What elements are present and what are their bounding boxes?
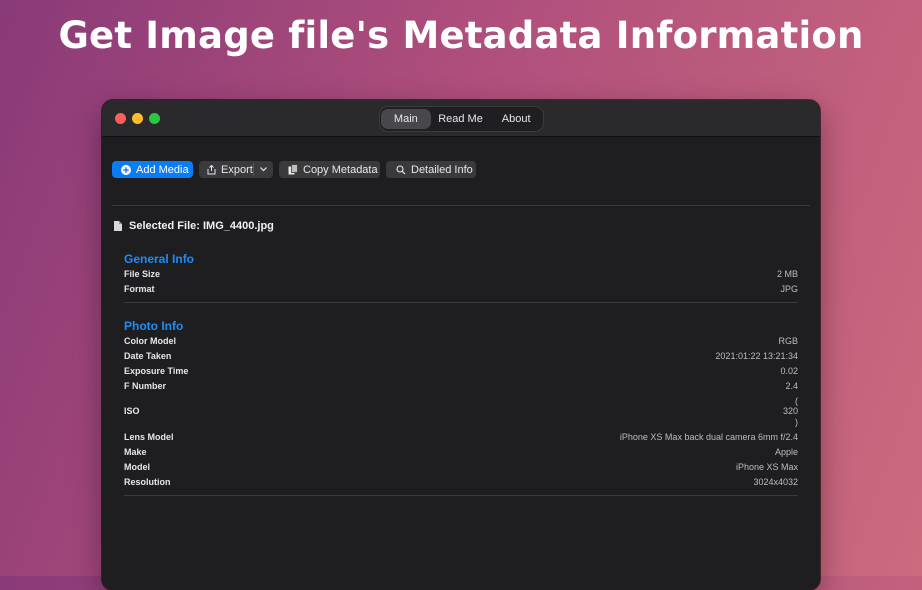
info-key: Exposure Time — [124, 366, 189, 376]
copy-document-icon — [288, 164, 298, 175]
info-value: 2.4 — [785, 381, 798, 391]
info-value: JPG — [780, 284, 798, 294]
photo-info-title: Photo Info — [124, 319, 184, 333]
plus-circle-icon — [121, 164, 131, 175]
info-key: F Number — [124, 381, 167, 391]
info-value: Apple — [774, 447, 798, 457]
iso-close-paren: ) — [795, 417, 798, 427]
tab-read-me[interactable]: Read Me — [433, 109, 489, 129]
detailed-info-label: Detailed Info — [411, 163, 473, 176]
info-value: 2 MB — [776, 269, 798, 279]
info-value: 3024x4032 — [753, 477, 798, 487]
info-value: iPhone XS Max — [735, 462, 798, 472]
info-key: Color Model — [124, 336, 176, 346]
tab-about[interactable]: About — [490, 109, 542, 129]
info-row-resolution: Resolution 3024x4032 — [124, 475, 798, 490]
export-label: Export — [221, 163, 253, 176]
info-key: File Size — [124, 269, 161, 279]
document-icon — [114, 221, 122, 231]
info-key: ISO — [124, 406, 140, 416]
add-media-label: Add Media — [136, 163, 189, 176]
info-key: Date Taken — [124, 351, 172, 361]
info-key: Make — [124, 447, 147, 457]
info-key: Format — [124, 284, 155, 294]
info-row-model: Model iPhone XS Max — [124, 460, 798, 475]
tab-bar: Main Read Me About — [379, 106, 544, 132]
tab-main[interactable]: Main — [381, 109, 431, 129]
section-divider — [124, 495, 798, 496]
info-value: RGB — [778, 336, 798, 346]
export-button[interactable]: Export — [199, 161, 273, 178]
selected-file-label: Selected File: IMG_4400.jpg — [129, 220, 274, 232]
share-icon — [207, 164, 216, 175]
copy-metadata-button[interactable]: Copy Metadata — [279, 161, 380, 178]
app-window: Main Read Me About Add Media Export Copy… — [102, 100, 820, 590]
selected-file: Selected File: IMG_4400.jpg — [114, 220, 274, 232]
close-window-button[interactable] — [115, 113, 126, 124]
info-row-exposure-time: Exposure Time 0.02 — [124, 364, 798, 379]
headline: Get Image file's Metadata Information — [58, 14, 864, 57]
zoom-window-button[interactable] — [149, 113, 160, 124]
minimize-window-button[interactable] — [132, 113, 143, 124]
info-value: 2021:01:22 13:21:34 — [715, 351, 798, 361]
info-value: iPhone XS Max back dual camera 6mm f/2.4 — [619, 432, 798, 442]
info-row-color-model: Color Model RGB — [124, 334, 798, 349]
info-value: 0.02 — [780, 366, 798, 376]
chevron-down-icon[interactable] — [259, 164, 268, 177]
copy-metadata-label: Copy Metadata — [303, 163, 378, 176]
title-bar: Main Read Me About — [102, 100, 820, 137]
section-divider — [124, 302, 798, 303]
info-key: Model — [124, 462, 150, 472]
add-media-button[interactable]: Add Media — [112, 161, 193, 178]
export-divider — [253, 163, 254, 176]
info-row-file-size: File Size 2 MB — [124, 267, 798, 282]
info-row-lens-model: Lens Model iPhone XS Max back dual camer… — [124, 430, 798, 445]
magnifier-icon — [396, 164, 406, 175]
general-info-title: General Info — [124, 252, 195, 266]
info-value: 320 — [782, 406, 798, 416]
info-row-date-taken: Date Taken 2021:01:22 13:21:34 — [124, 349, 798, 364]
toolbar-divider — [112, 205, 810, 206]
info-row-format: Format JPG — [124, 282, 798, 297]
info-row-iso: ISO 320 — [124, 404, 798, 419]
info-key: Resolution — [124, 477, 171, 487]
info-key: Lens Model — [124, 432, 174, 442]
info-row-f-number: F Number 2.4 — [124, 379, 798, 394]
info-row-make: Make Apple — [124, 445, 798, 460]
detailed-info-button[interactable]: Detailed Info — [386, 161, 476, 178]
